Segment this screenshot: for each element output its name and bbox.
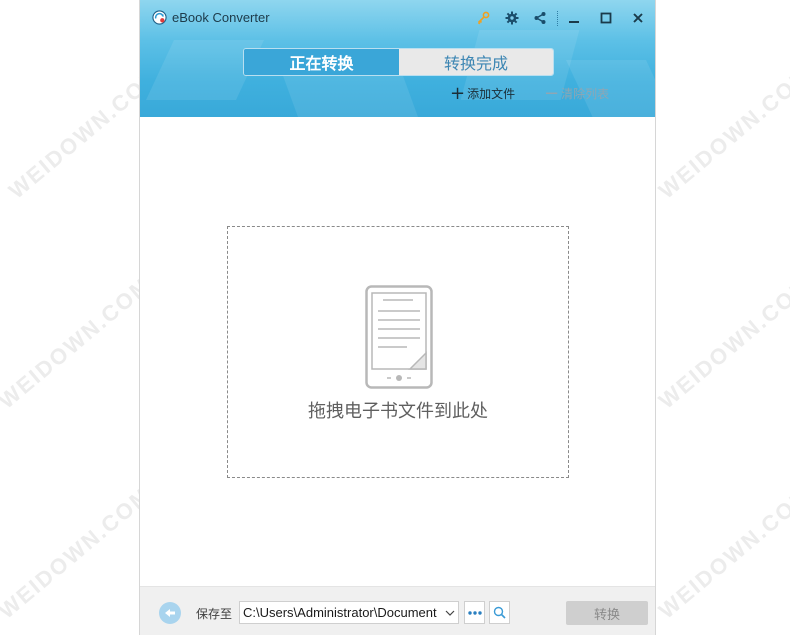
open-folder-button[interactable]: [489, 601, 510, 624]
screenshot-canvas: WEIDOWN.COM WEIDOWN.COM WEIDOWN.COM WEID…: [0, 0, 790, 635]
back-button[interactable]: [159, 602, 181, 624]
output-path-value: C:\Users\Administrator\Document: [243, 605, 437, 620]
close-icon[interactable]: [628, 8, 648, 28]
titlebar-divider: [557, 11, 558, 26]
chevron-down-icon[interactable]: [442, 602, 458, 623]
maximize-icon[interactable]: [596, 8, 616, 28]
watermark: WEIDOWN.COM: [0, 481, 157, 624]
gear-icon[interactable]: [502, 8, 522, 28]
minimize-icon[interactable]: [564, 8, 584, 28]
plus-icon: +: [450, 82, 466, 104]
key-icon[interactable]: [473, 8, 493, 28]
convert-button[interactable]: 转换: [566, 601, 648, 625]
add-file-button[interactable]: + 添加文件: [450, 82, 516, 104]
footer-bar: 保存至 C:\Users\Administrator\Document 转换: [140, 586, 655, 635]
ebook-reader-icon: [365, 285, 433, 389]
add-file-label: 添加文件: [467, 87, 516, 101]
arrow-left-icon: [165, 609, 175, 617]
tab-completed[interactable]: 转换完成: [399, 49, 553, 75]
share-icon[interactable]: [530, 8, 550, 28]
title-bar[interactable]: eBook Converter: [140, 0, 655, 36]
app-window: eBook Converter 正在转换 转换完成 + 添加文件 − 清除列表 …: [139, 0, 656, 635]
file-drop-zone[interactable]: 拖拽电子书文件到此处: [227, 226, 569, 478]
watermark: WEIDOWN.COM: [653, 481, 790, 624]
tab-converting[interactable]: 正在转换: [244, 49, 399, 75]
save-to-label: 保存至: [196, 607, 233, 621]
clear-list-button[interactable]: − 清除列表: [544, 82, 610, 104]
watermark: WEIDOWN.COM: [653, 61, 790, 204]
watermark: WEIDOWN.COM: [653, 271, 790, 414]
minus-icon: −: [544, 82, 560, 104]
drop-zone-hint: 拖拽电子书文件到此处: [308, 401, 488, 422]
browse-folder-button[interactable]: [464, 601, 485, 624]
watermark: WEIDOWN.COM: [0, 271, 157, 414]
output-path-select[interactable]: C:\Users\Administrator\Document: [239, 601, 459, 624]
header-banner: eBook Converter 正在转换 转换完成 + 添加文件 − 清除列表: [140, 0, 655, 117]
app-title: eBook Converter: [172, 10, 270, 25]
clear-list-label: 清除列表: [561, 87, 610, 101]
ebook-converter-logo-icon: [152, 10, 167, 25]
more-dots-icon: [467, 610, 482, 615]
search-icon: [493, 606, 506, 619]
conversion-tabs: 正在转换 转换完成: [243, 48, 554, 76]
